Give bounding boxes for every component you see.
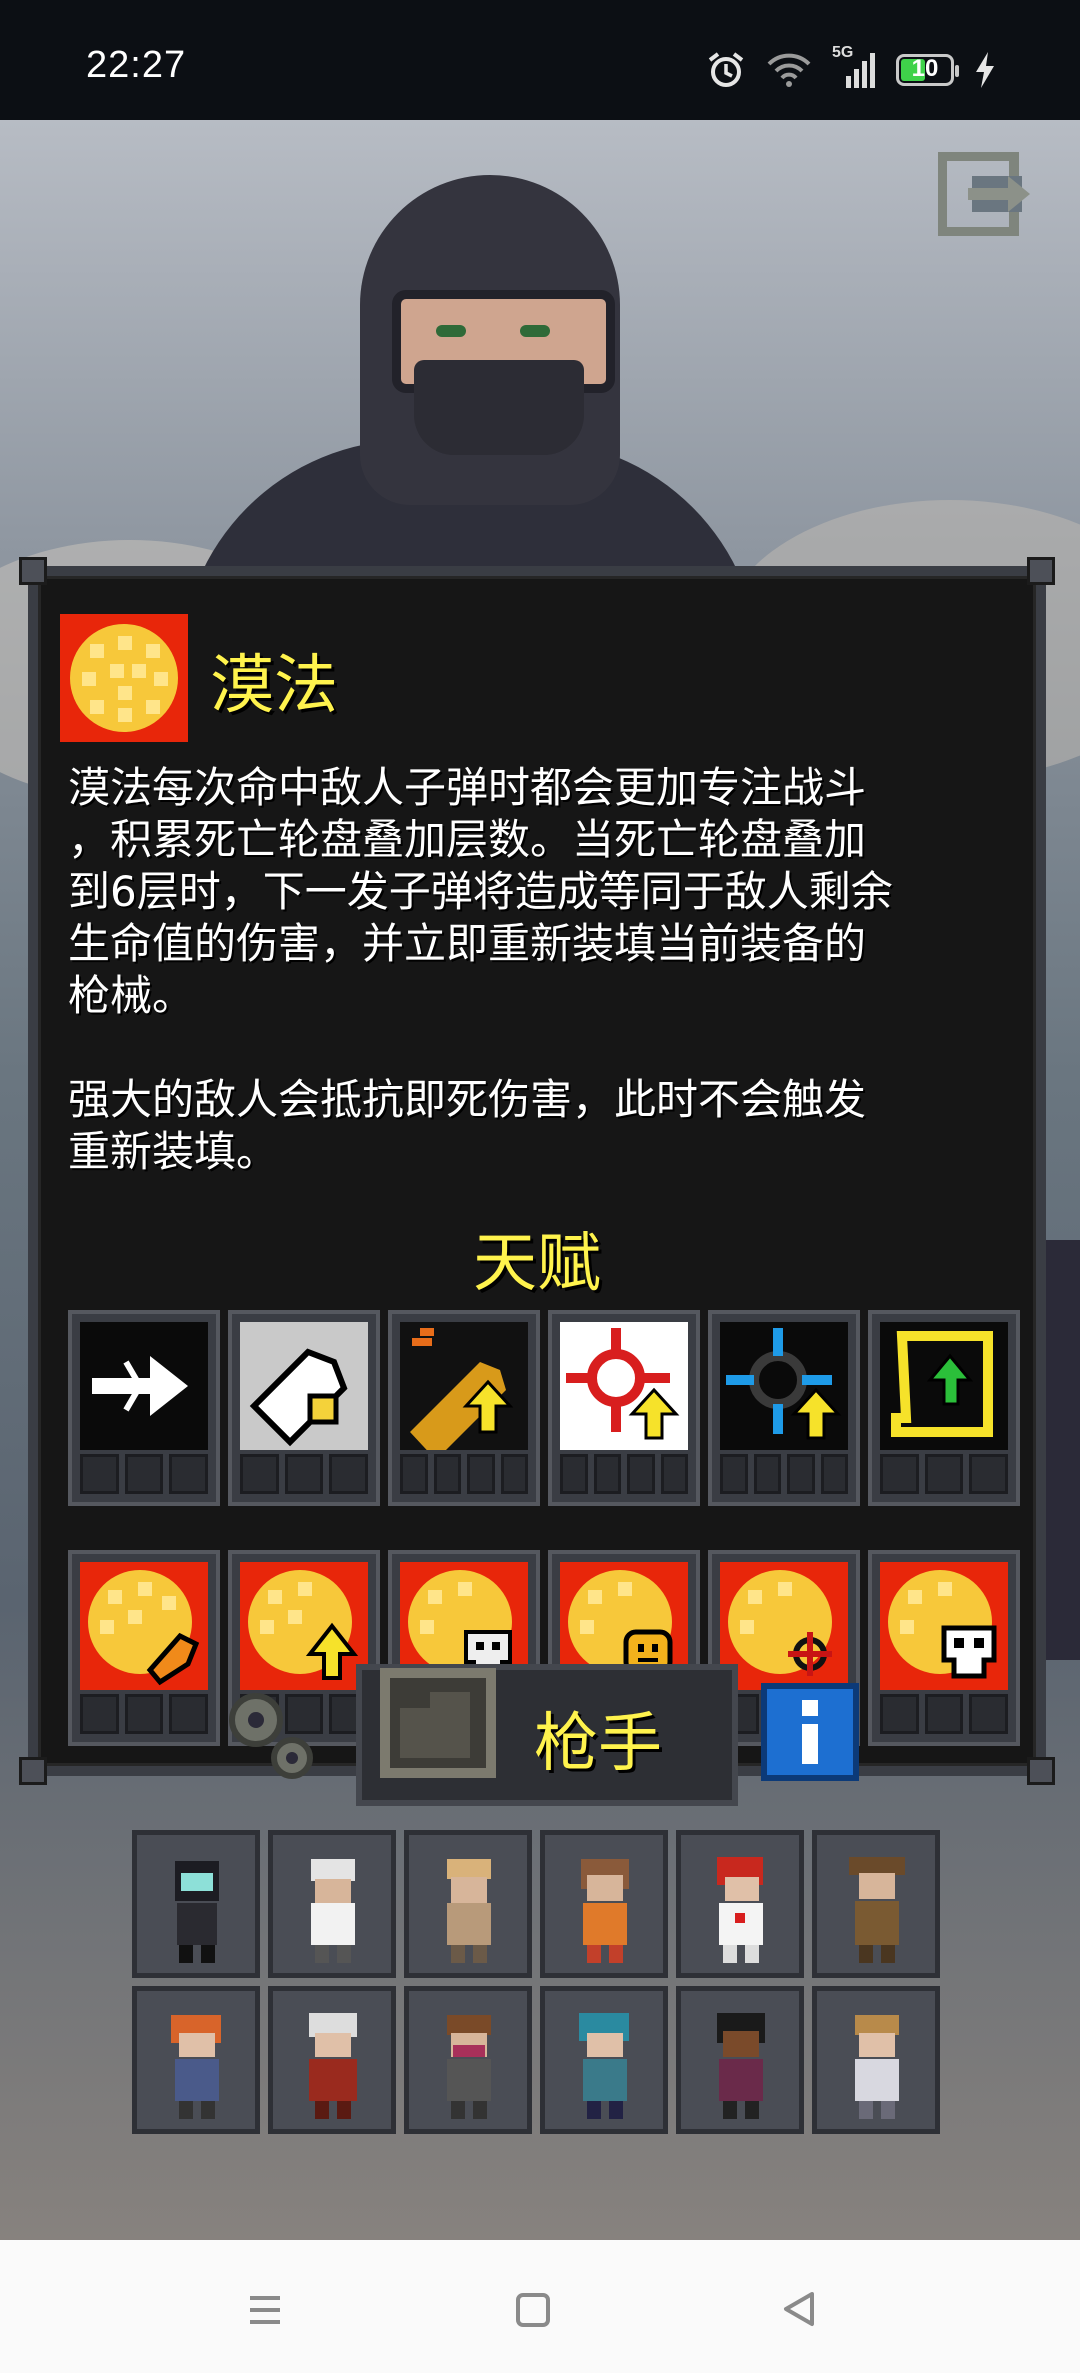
character-card[interactable]: [404, 1830, 532, 1978]
character-sprite: [579, 2013, 629, 2119]
status-time: 22:27: [86, 44, 187, 86]
wheel-arrow-icon: [240, 1562, 368, 1690]
battery-level: 10: [911, 55, 939, 82]
character-card[interactable]: [676, 1830, 804, 1978]
talent-level-pips: [880, 1454, 1009, 1494]
panel-corner: [19, 557, 47, 585]
character-sprite: [581, 1859, 629, 1963]
character-sprite: [447, 1859, 491, 1963]
character-sprite: [171, 2015, 221, 2119]
character-card[interactable]: [540, 1830, 668, 1978]
talent-level-pips: [80, 1694, 209, 1734]
character-card[interactable]: [812, 1986, 940, 2134]
character-sprite: [309, 2013, 357, 2119]
wheel-bullet-icon: [80, 1562, 208, 1690]
alarm-icon: [708, 52, 744, 87]
panel-corner: [19, 1757, 47, 1785]
character-card[interactable]: [540, 1986, 668, 2134]
character-card[interactable]: [132, 1830, 260, 1978]
character-mask: [414, 360, 584, 455]
death-wheel-icon: [60, 614, 188, 742]
battery-icon: 10: [896, 54, 959, 86]
talent-slot[interactable]: [68, 1550, 220, 1746]
character-card[interactable]: [676, 1986, 804, 2134]
character-sprite: [717, 1857, 763, 1963]
wifi-icon: [767, 53, 811, 87]
panel-corner: [1027, 557, 1055, 585]
character-card[interactable]: [132, 1986, 260, 2134]
skill-name: 漠法: [210, 649, 338, 723]
character-sprite: [447, 2015, 491, 2119]
talent-row: [68, 1310, 1028, 1506]
talents-title: 天赋: [473, 1227, 601, 1301]
back-icon[interactable]: [764, 2274, 834, 2344]
menu-icon[interactable]: [230, 2274, 300, 2344]
crosshair-red-upgrade-icon: [560, 1322, 688, 1450]
class-name: 枪手: [534, 1707, 662, 1781]
talent-slot[interactable]: [228, 1310, 380, 1506]
wheel-target-icon: [720, 1562, 848, 1690]
skill-description: 漠法每次命中敌人子弹时都会更加专注战斗 ，积累死亡轮盘叠加层数。当死亡轮盘叠加 …: [68, 763, 893, 1176]
skill-panel: 漠法 漠法每次命中敌人子弹时都会更加专注战斗 ，积累死亡轮盘叠加层数。当死亡轮盘…: [19, 557, 1055, 1785]
talent-level-pips: [400, 1454, 528, 1494]
character-card[interactable]: [404, 1986, 532, 2134]
character-card[interactable]: [812, 1830, 940, 1978]
character-card[interactable]: [268, 1830, 396, 1978]
signal-group: 5G: [832, 44, 876, 90]
character-sprite: [175, 1861, 219, 1963]
character-sprite: [717, 2013, 765, 2119]
scroll-upgrade-icon: [880, 1322, 1008, 1450]
character-eye: [436, 325, 466, 337]
info-icon[interactable]: [760, 1682, 860, 1782]
exit-icon[interactable]: [938, 152, 1042, 236]
character-card[interactable]: [268, 1986, 396, 2134]
character-sprite: [849, 1857, 905, 1963]
bullet-swap-icon: [240, 1322, 368, 1450]
bullet-upgrade-icon: [400, 1322, 528, 1450]
talent-slot[interactable]: [548, 1310, 700, 1506]
status-bar: 22:27 5G 10: [0, 0, 1080, 120]
home-icon[interactable]: [497, 2274, 567, 2344]
crosshair-blue-upgrade-icon: [720, 1322, 848, 1450]
wheel-skull-white-icon: [880, 1562, 1008, 1690]
talent-level-pips: [80, 1454, 209, 1494]
character-grid: [132, 1830, 944, 2134]
character-eye: [520, 325, 550, 337]
talent-slot[interactable]: [388, 1310, 540, 1506]
charging-icon: [976, 52, 994, 88]
talent-level-pips: [560, 1454, 688, 1494]
panel-corner: [1027, 1757, 1055, 1785]
talent-level-pips: [720, 1454, 848, 1494]
talent-slot[interactable]: [68, 1310, 220, 1506]
talent-level-pips: [240, 1454, 369, 1494]
talent-slot[interactable]: [708, 1310, 860, 1506]
talent-level-pips: [880, 1694, 1009, 1734]
talent-slot[interactable]: [868, 1310, 1020, 1506]
gear-icon[interactable]: [216, 1680, 326, 1790]
character-sprite: [311, 1859, 355, 1963]
arrow-right-icon: [80, 1322, 208, 1450]
signal-icon: [846, 53, 875, 88]
talent-slot[interactable]: [868, 1550, 1020, 1746]
navigation-bar: [0, 2240, 1080, 2373]
class-portrait: [380, 1668, 496, 1778]
status-icons: 5G 10: [706, 44, 996, 92]
character-sprite: [855, 2015, 899, 2119]
